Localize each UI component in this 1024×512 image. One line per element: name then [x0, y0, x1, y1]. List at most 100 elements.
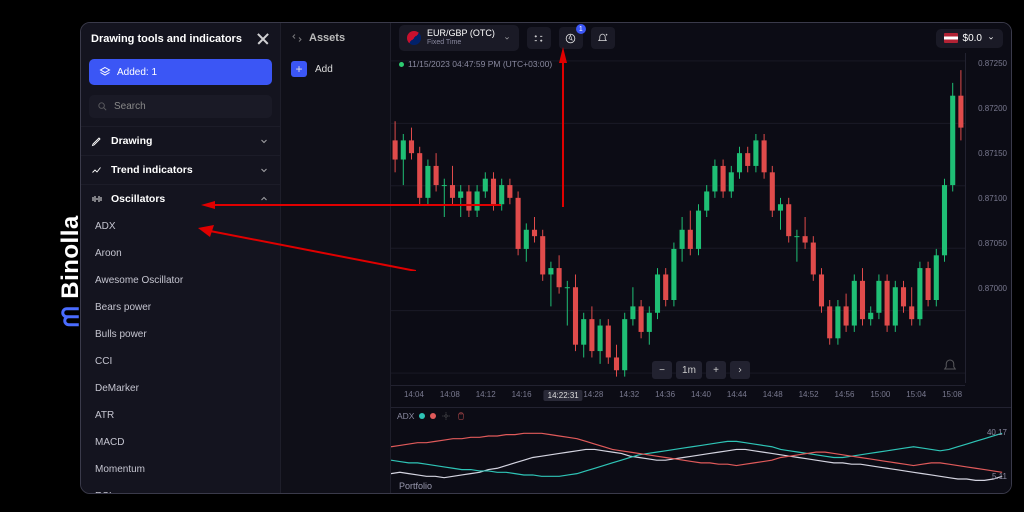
chevron-down-icon: [987, 34, 995, 42]
timestamp-text: 11/15/2023 04:47:59 PM (UTC+03:00): [408, 59, 552, 69]
tools-title-text: Drawing tools and indicators: [91, 33, 242, 45]
added-indicators-pill[interactable]: Added: 1: [89, 59, 272, 85]
arrows-icon: [291, 32, 303, 44]
x-tick: 15:04: [906, 390, 926, 399]
us-flag-icon: [944, 33, 958, 43]
x-tick: 14:12: [476, 390, 496, 399]
cat-trend-label: Trend indicators: [111, 164, 193, 176]
chart-area: EUR/GBP (OTC) Fixed Time 1 $0.0: [391, 23, 1011, 493]
indicator-item-demarker[interactable]: DeMarker: [81, 375, 280, 402]
x-tick: 14:16: [512, 390, 532, 399]
search-input[interactable]: Search: [89, 95, 272, 118]
x-marker: 14:22:31: [544, 390, 583, 401]
balance-amount: $0.0: [963, 33, 982, 44]
indicator-item-atr[interactable]: ATR: [81, 402, 280, 429]
tools-panel-title: Drawing tools and indicators: [81, 23, 280, 55]
category-oscillators[interactable]: Oscillators: [81, 184, 280, 213]
indicator-item-aroon[interactable]: Aroon: [81, 240, 280, 267]
chart-timestamp: 11/15/2023 04:47:59 PM (UTC+03:00): [399, 59, 552, 69]
di-minus-dot-icon: [430, 413, 436, 419]
alert-add-button[interactable]: [591, 27, 615, 49]
x-tick: 14:52: [799, 390, 819, 399]
y-tick: 0.87050: [978, 239, 1007, 248]
assets-title-text: Assets: [309, 32, 345, 44]
y-tick: 0.87150: [978, 149, 1007, 158]
di-plus-dot-icon: [419, 413, 425, 419]
chart-settings-button[interactable]: [527, 27, 551, 49]
indicators-button[interactable]: 1: [559, 27, 583, 49]
y-tick: 0.87250: [978, 59, 1007, 68]
zoom-in-button[interactable]: +: [706, 361, 726, 379]
category-drawing[interactable]: Drawing: [81, 126, 280, 155]
category-trend[interactable]: Trend indicators: [81, 155, 280, 184]
alert-bell-button[interactable]: [941, 357, 959, 375]
delete-icon[interactable]: [456, 411, 466, 421]
indicator-item-macd[interactable]: MACD: [81, 429, 280, 456]
search-placeholder: Search: [114, 101, 146, 112]
portfolio-tab[interactable]: Portfolio: [399, 481, 432, 491]
oscillator-icon: [91, 193, 103, 205]
x-tick: 14:48: [763, 390, 783, 399]
chart-canvas[interactable]: 0.87250 0.87200 0.87150 0.87100 0.87050 0.870…: [391, 51, 1011, 493]
indicator-item-awesome-oscillator[interactable]: Awesome Oscillator: [81, 267, 280, 294]
pair-flag-icon: [407, 31, 421, 45]
live-dot-icon: [399, 62, 404, 67]
x-tick: 14:36: [655, 390, 675, 399]
adx-label: ADX: [397, 411, 414, 421]
search-icon: [97, 101, 108, 112]
y-axis: 0.87250 0.87200 0.87150 0.87100 0.87050 0.870…: [965, 51, 1011, 383]
adx-value-hi: 40.17: [987, 428, 1007, 437]
timeframe-label[interactable]: 1m: [676, 361, 702, 379]
y-tick: 0.87200: [978, 104, 1007, 113]
x-tick: 14:32: [619, 390, 639, 399]
app-frame: Drawing tools and indicators Added: 1 Se…: [80, 22, 1012, 494]
added-label: Added: 1: [117, 67, 157, 78]
gear-icon[interactable]: [441, 411, 451, 421]
x-tick: 14:56: [834, 390, 854, 399]
sliders-icon: [532, 32, 545, 45]
y-tick: 0.87000: [978, 284, 1007, 293]
indicator-list: ADXAroonAwesome OscillatorBears powerBul…: [81, 213, 280, 493]
indicator-item-bears-power[interactable]: Bears power: [81, 294, 280, 321]
pair-selector[interactable]: EUR/GBP (OTC) Fixed Time: [399, 25, 519, 51]
add-label: Add: [315, 64, 333, 75]
topbar: EUR/GBP (OTC) Fixed Time 1 $0.0: [391, 23, 1011, 53]
chevron-up-icon: [258, 193, 270, 205]
close-icon[interactable]: [256, 32, 270, 46]
x-tick: 14:44: [727, 390, 747, 399]
x-tick: 14:28: [583, 390, 603, 399]
x-tick: 14:40: [691, 390, 711, 399]
indicator-count-badge: 1: [576, 24, 586, 34]
adx-panel: ADX 40.17 5.11 Portfolio: [391, 407, 1011, 493]
indicator-item-bulls-power[interactable]: Bulls power: [81, 321, 280, 348]
adx-value-lo: 5.11: [992, 472, 1007, 481]
y-tick: 0.87100: [978, 194, 1007, 203]
x-axis: 14:0414:0814:1214:1614:2014:2814:3214:36…: [391, 385, 965, 407]
x-tick: 14:04: [404, 390, 424, 399]
assets-panel: Assets + Add: [281, 23, 391, 493]
indicator-item-adx[interactable]: ADX: [81, 213, 280, 240]
pair-name: EUR/GBP (OTC): [427, 29, 495, 39]
indicator-item-momentum[interactable]: Momentum: [81, 456, 280, 483]
indicator-item-rsi[interactable]: RSI: [81, 483, 280, 493]
chevron-right-icon: [736, 366, 744, 374]
plus-icon: +: [291, 61, 307, 77]
pencil-icon: [91, 135, 103, 147]
zoom-out-button[interactable]: −: [652, 361, 672, 379]
chevron-down-icon: [503, 34, 511, 42]
assets-title: Assets: [281, 23, 390, 53]
cat-osc-label: Oscillators: [111, 193, 165, 205]
x-tick: 15:08: [942, 390, 962, 399]
chevron-down-icon: [258, 164, 270, 176]
tools-panel: Drawing tools and indicators Added: 1 Se…: [81, 23, 281, 493]
bell-plus-icon: [596, 32, 609, 45]
layers-icon: [99, 66, 111, 78]
scroll-right-button[interactable]: [730, 361, 750, 379]
balance-selector[interactable]: $0.0: [936, 29, 1003, 48]
trend-icon: [91, 164, 103, 176]
candles-area: [391, 51, 965, 383]
x-tick: 15:00: [870, 390, 890, 399]
add-asset-button[interactable]: + Add: [281, 53, 390, 85]
indicator-item-cci[interactable]: CCI: [81, 348, 280, 375]
pair-sub: Fixed Time: [427, 39, 495, 47]
